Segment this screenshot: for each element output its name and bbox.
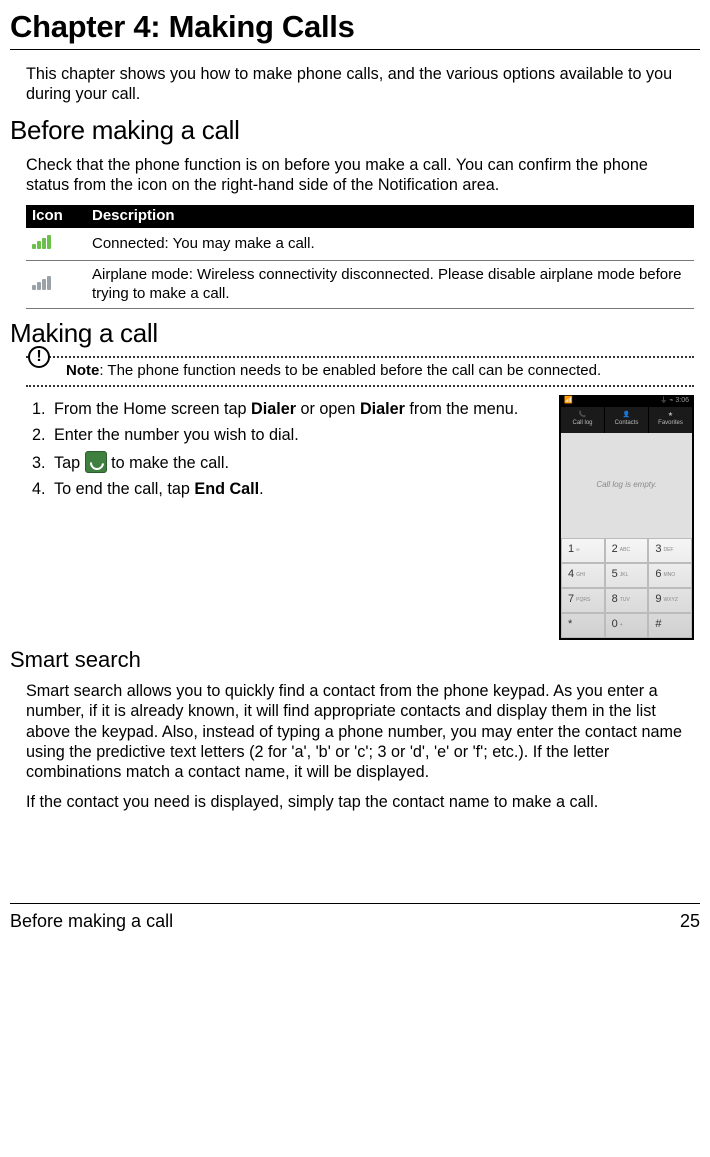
table-row: Airplane mode: Wireless connectivity dis… <box>26 260 694 309</box>
signal-airplane-icon <box>26 260 86 309</box>
table-cell-desc: Connected: You may make a call. <box>86 228 694 260</box>
steps-list: From the Home screen tap Dialer or open … <box>26 399 549 500</box>
phone-keypad: 1∞ 2ABC 3DEF 4GHI 5JKL 6MNO 7PQRS 8TUV 9… <box>561 538 692 638</box>
phone-tab: 📞Call log <box>561 407 605 433</box>
before-call-text: Check that the phone function is on befo… <box>26 155 694 196</box>
note-box: ! Note: The phone function needs to be e… <box>26 356 694 387</box>
phone-status-left: 📶 <box>564 397 573 407</box>
table-header-description: Description <box>86 205 694 228</box>
page-footer: Before making a call 25 <box>10 903 700 933</box>
footer-section-name: Before making a call <box>10 910 173 933</box>
note-text: : The phone function needs to be enabled… <box>99 362 601 379</box>
heading-before-making-call: Before making a call <box>10 114 700 147</box>
smart-search-paragraph-2: If the contact you need is displayed, si… <box>26 792 694 812</box>
smart-search-paragraph-1: Smart search allows you to quickly find … <box>26 681 694 782</box>
table-row: Connected: You may make a call. <box>26 228 694 260</box>
phone-call-log-empty: Call log is empty. <box>561 433 692 538</box>
table-cell-desc: Airplane mode: Wireless connectivity dis… <box>86 260 694 309</box>
note-exclamation-icon: ! <box>28 346 50 368</box>
phone-tab: 👤Contacts <box>605 407 649 433</box>
intro-paragraph: This chapter shows you how to make phone… <box>26 64 694 105</box>
heading-making-a-call: Making a call <box>10 317 700 350</box>
step-3: Tap to make the call. <box>50 451 549 473</box>
note-label: Note <box>66 362 99 379</box>
chapter-rule <box>10 49 700 50</box>
footer-page-number: 25 <box>680 910 700 933</box>
phone-status-right: ⏚ ⌁ 3:06 <box>660 397 689 407</box>
table-header-icon: Icon <box>26 205 86 228</box>
step-4: To end the call, tap End Call. <box>50 479 549 499</box>
chapter-title: Chapter 4: Making Calls <box>10 8 700 47</box>
phone-dialer-screenshot: 📶 ⏚ ⌁ 3:06 📞Call log 👤Contacts ★Favorite… <box>559 395 694 640</box>
step-2: Enter the number you wish to dial. <box>50 425 549 445</box>
phone-tab: ★Favorites <box>649 407 692 433</box>
step-1: From the Home screen tap Dialer or open … <box>50 399 549 419</box>
call-icon <box>85 451 107 473</box>
heading-smart-search: Smart search <box>10 646 700 674</box>
signal-connected-icon <box>26 228 86 260</box>
icon-description-table: Icon Description Connected: You may make… <box>26 205 694 309</box>
